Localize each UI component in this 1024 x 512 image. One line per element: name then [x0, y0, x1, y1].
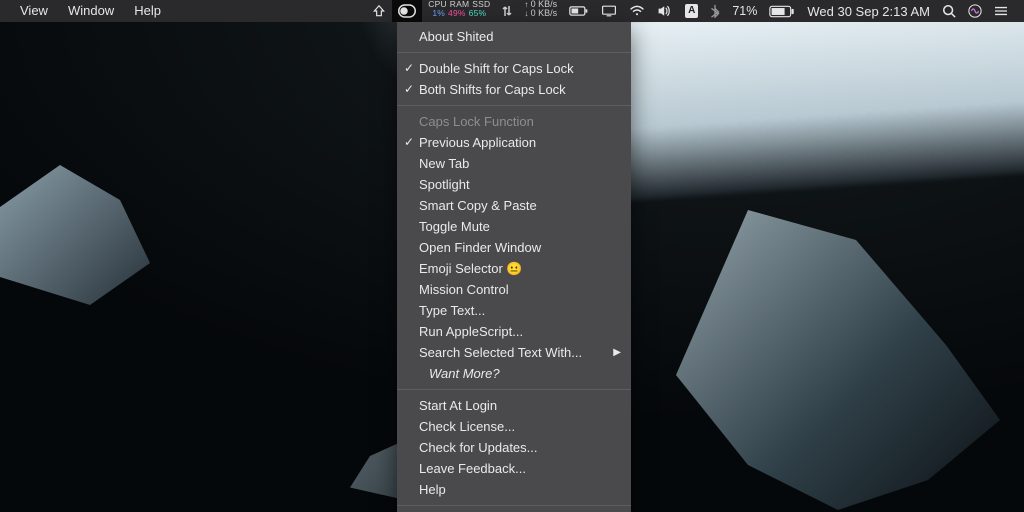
control-center-icon[interactable]	[988, 0, 1014, 22]
wallpaper-ice-1	[0, 165, 150, 305]
menu-bar: View Window Help CPU RAM SSD 1% 49% 65%	[0, 0, 1024, 22]
siri-icon[interactable]	[962, 0, 988, 22]
date-time[interactable]: Wed 30 Sep 2:13 AM	[801, 0, 936, 22]
wallpaper-ice-2	[640, 210, 1000, 510]
wifi-icon[interactable]	[623, 0, 651, 22]
menu-both-shifts-caps[interactable]: Both Shifts for Caps Lock	[397, 79, 631, 100]
ssd-value: 65%	[469, 9, 487, 18]
cpu-value: 1%	[432, 9, 445, 18]
menu-mission-control[interactable]: Mission Control	[397, 279, 631, 300]
menu-bar-right: CPU RAM SSD 1% 49% 65% 0 KB/s 0 KB/s	[366, 0, 1014, 22]
menu-toggle-mute[interactable]: Toggle Mute	[397, 216, 631, 237]
system-stats[interactable]: CPU RAM SSD 1% 49% 65%	[422, 0, 496, 22]
battery-icon[interactable]	[763, 0, 801, 22]
menu-leave-feedback[interactable]: Leave Feedback...	[397, 458, 631, 479]
ram-value: 49%	[448, 9, 466, 18]
menu-double-shift-caps[interactable]: Double Shift for Caps Lock	[397, 58, 631, 79]
app-menubar-icon[interactable]	[392, 0, 422, 22]
network-stats[interactable]: 0 KB/s 0 KB/s	[518, 0, 563, 22]
menu-search-selected-text[interactable]: Search Selected Text With...	[397, 342, 631, 363]
battery-percent: 71%	[726, 0, 763, 22]
menu-window[interactable]: Window	[58, 0, 124, 22]
menu-separator	[397, 505, 631, 506]
menu-section-capslock: Caps Lock Function	[397, 111, 631, 132]
menu-previous-application[interactable]: Previous Application	[397, 132, 631, 153]
menu-separator	[397, 52, 631, 53]
spotlight-icon[interactable]	[936, 0, 962, 22]
bluetooth-icon[interactable]	[704, 0, 726, 22]
language-badge: A	[685, 4, 698, 18]
app-dropdown-menu: About Shited Double Shift for Caps Lock …	[397, 22, 631, 512]
menu-run-applescript[interactable]: Run AppleScript...	[397, 321, 631, 342]
net-arrows-icon	[496, 0, 518, 22]
display-icon[interactable]	[595, 0, 623, 22]
battery-small-icon[interactable]	[563, 0, 595, 22]
input-language[interactable]: A	[679, 0, 704, 22]
menu-separator	[397, 105, 631, 106]
menu-bar-left: View Window Help	[10, 0, 171, 22]
menu-spotlight[interactable]: Spotlight	[397, 174, 631, 195]
menu-about[interactable]: About Shited	[397, 26, 631, 47]
menu-open-finder[interactable]: Open Finder Window	[397, 237, 631, 258]
menu-view[interactable]: View	[10, 0, 58, 22]
menu-help[interactable]: Help	[397, 479, 631, 500]
volume-icon[interactable]	[651, 0, 679, 22]
menu-emoji-selector[interactable]: Emoji Selector 😐	[397, 258, 631, 279]
shift-icon[interactable]	[366, 0, 392, 22]
menu-separator	[397, 389, 631, 390]
menu-help[interactable]: Help	[124, 0, 171, 22]
menu-smart-copy-paste[interactable]: Smart Copy & Paste	[397, 195, 631, 216]
menu-want-more[interactable]: Want More?	[397, 363, 631, 384]
menu-type-text[interactable]: Type Text...	[397, 300, 631, 321]
menu-new-tab[interactable]: New Tab	[397, 153, 631, 174]
menu-check-updates[interactable]: Check for Updates...	[397, 437, 631, 458]
menu-start-at-login[interactable]: Start At Login	[397, 395, 631, 416]
net-down: 0 KB/s	[524, 9, 557, 18]
menu-check-license[interactable]: Check License...	[397, 416, 631, 437]
